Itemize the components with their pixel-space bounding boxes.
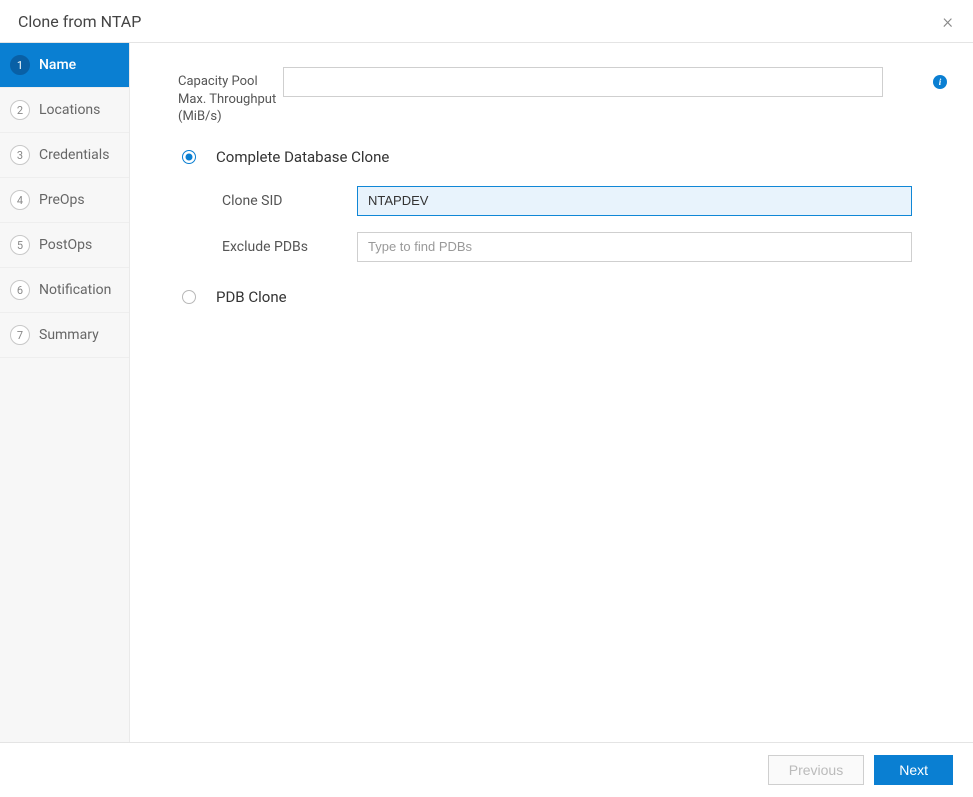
dialog-title: Clone from NTAP [18,12,141,31]
step-preops[interactable]: 4 PreOps [0,178,129,223]
capacity-input-wrap [283,67,909,97]
exclude-pdbs-label: Exclude PDBs [222,239,357,255]
radio-complete-clone[interactable] [182,150,196,164]
exclude-pdbs-row: Exclude PDBs [222,232,947,262]
clone-sid-input[interactable] [357,186,912,216]
step-name[interactable]: 1 Name [0,43,129,88]
step-number: 6 [10,280,30,300]
clone-sid-row: Clone SID [222,186,947,216]
previous-button: Previous [768,755,864,785]
step-postops[interactable]: 5 PostOps [0,223,129,268]
exclude-pdbs-input[interactable] [357,232,912,262]
step-locations[interactable]: 2 Locations [0,88,129,133]
step-label: PreOps [39,192,85,208]
complete-clone-option[interactable]: Complete Database Clone [178,148,947,166]
step-number: 5 [10,235,30,255]
main-panel: Capacity Pool Max. Throughput (MiB/s) i … [130,43,973,742]
complete-clone-fields: Clone SID Exclude PDBs [178,186,947,262]
close-icon[interactable]: × [943,11,953,31]
step-label: PostOps [39,237,92,253]
complete-clone-label: Complete Database Clone [216,148,389,166]
step-label: Credentials [39,147,109,163]
step-label: Name [39,57,76,73]
step-number: 7 [10,325,30,345]
step-number: 1 [10,55,30,75]
clone-sid-label: Clone SID [222,193,357,209]
radio-pdb-clone[interactable] [182,290,196,304]
step-notification[interactable]: 6 Notification [0,268,129,313]
info-icon[interactable]: i [933,75,947,89]
step-label: Notification [39,282,111,298]
next-button[interactable]: Next [874,755,953,785]
pdb-clone-option[interactable]: PDB Clone [178,288,947,306]
step-number: 2 [10,100,30,120]
pdb-clone-label: PDB Clone [216,288,287,306]
capacity-row: Capacity Pool Max. Throughput (MiB/s) i [178,67,947,126]
dialog-footer: Previous Next [0,742,973,797]
step-credentials[interactable]: 3 Credentials [0,133,129,178]
step-number: 4 [10,190,30,210]
dialog-header: Clone from NTAP × [0,0,973,43]
capacity-input[interactable] [283,67,883,97]
dialog-body: 1 Name 2 Locations 3 Credentials 4 PreOp… [0,43,973,742]
step-summary[interactable]: 7 Summary [0,313,129,358]
wizard-sidebar: 1 Name 2 Locations 3 Credentials 4 PreOp… [0,43,130,742]
step-label: Locations [39,102,100,118]
step-label: Summary [39,327,99,343]
capacity-label: Capacity Pool Max. Throughput (MiB/s) [178,67,283,126]
step-number: 3 [10,145,30,165]
